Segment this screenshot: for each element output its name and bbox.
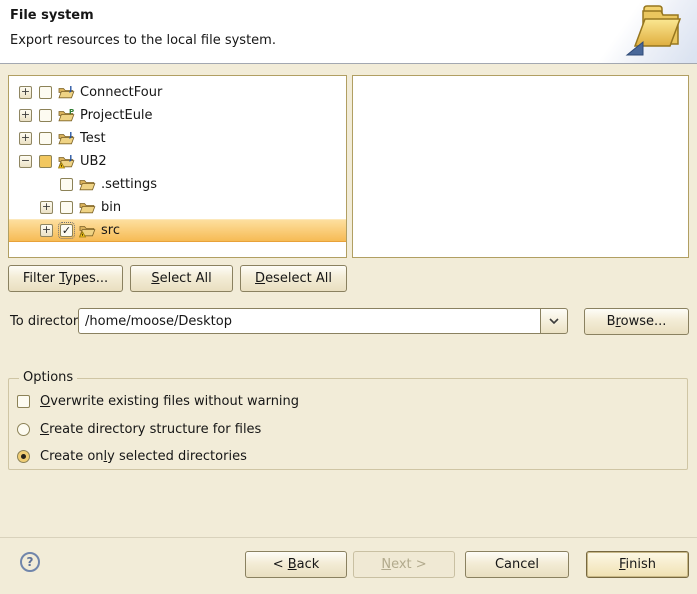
help-button[interactable]: ? xyxy=(20,552,40,572)
label-part: reate directory structure for files xyxy=(49,422,261,437)
chevron-down-icon xyxy=(549,318,559,324)
label-part: elect All xyxy=(160,271,212,286)
option-label: Create directory structure for files xyxy=(40,422,261,437)
tree-checkbox[interactable] xyxy=(60,201,73,214)
expand-plus-icon[interactable]: + xyxy=(19,86,32,99)
tree-checkbox[interactable] xyxy=(39,109,52,122)
select-all-button[interactable]: Select All xyxy=(130,265,233,292)
options-group-title: Options xyxy=(19,370,77,385)
folder-warning-icon xyxy=(79,223,96,238)
label-part: ack xyxy=(297,557,320,572)
label-part: Cancel xyxy=(495,557,539,572)
combo-dropdown-button[interactable] xyxy=(540,308,568,334)
tree-row-connectfour[interactable]: + J ConnectFour xyxy=(9,81,346,104)
tree-checkbox[interactable] xyxy=(60,178,73,191)
option-label: Overwrite existing files without warning xyxy=(40,394,299,409)
svg-text:J: J xyxy=(69,131,73,139)
expander-spacer xyxy=(40,178,53,191)
label-part: verwrite existing files without warning xyxy=(50,394,299,409)
directory-combo xyxy=(78,308,568,334)
selected-directories-option-row[interactable]: Create only selected directories xyxy=(17,447,247,465)
overwrite-option-row[interactable]: Overwrite existing files without warning xyxy=(17,392,299,410)
svg-text:J: J xyxy=(69,85,73,93)
label-part: ypes... xyxy=(65,271,108,286)
label-part: y selected directories xyxy=(107,449,247,464)
svg-text:J: J xyxy=(69,154,73,162)
label-part: < xyxy=(273,557,288,572)
expand-plus-icon[interactable]: + xyxy=(40,201,53,214)
directory-structure-radio[interactable] xyxy=(17,423,30,436)
export-wizard-dialog: File system Export resources to the loca… xyxy=(0,0,697,593)
mnemonic: B xyxy=(288,557,297,572)
wizard-banner: File system Export resources to the loca… xyxy=(0,0,697,64)
label-part: eselect All xyxy=(265,271,332,286)
tree-row-src-selected[interactable]: + ✓ src xyxy=(9,219,346,242)
folder-icon xyxy=(79,177,96,192)
tree-checkbox-checked[interactable]: ✓ xyxy=(60,224,73,237)
tree-item-label: ProjectEule xyxy=(80,108,153,123)
folder-icon xyxy=(79,200,96,215)
label-part: B xyxy=(607,314,616,329)
label-part: Create on xyxy=(40,449,104,464)
selected-directories-radio[interactable] xyxy=(17,450,30,463)
java-project-folder-icon: J xyxy=(58,131,75,146)
overwrite-checkbox[interactable] xyxy=(17,395,30,408)
label-part: inish xyxy=(626,557,656,572)
mnemonic: O xyxy=(40,394,50,409)
tree-item-label: bin xyxy=(101,200,121,215)
mnemonic: S xyxy=(151,271,159,286)
label-part: ext > xyxy=(391,557,427,572)
tree-item-label: UB2 xyxy=(80,154,107,169)
tree-row-ub2[interactable]: − J UB2 xyxy=(9,150,346,173)
resource-tree[interactable]: + J ConnectFour + P ProjectEu xyxy=(8,75,347,258)
filter-types-button[interactable]: Filter Types... xyxy=(8,265,123,292)
mnemonic: C xyxy=(40,422,49,437)
mnemonic: D xyxy=(255,271,265,286)
mnemonic: N xyxy=(381,557,391,572)
directory-structure-option-row[interactable]: Create directory structure for files xyxy=(17,420,261,438)
tree-checkbox-partial[interactable] xyxy=(39,155,52,168)
export-folder-icon xyxy=(587,0,697,63)
directory-input[interactable] xyxy=(78,308,540,334)
tree-item-label: .settings xyxy=(101,177,157,192)
tree-row-settings[interactable]: .settings xyxy=(9,173,346,196)
page-description: Export resources to the local file syste… xyxy=(10,33,276,48)
project-folder-icon: P xyxy=(58,108,75,123)
option-label: Create only selected directories xyxy=(40,449,247,464)
question-mark-icon: ? xyxy=(27,555,34,569)
tree-item-label: src xyxy=(101,223,120,238)
next-button: Next > xyxy=(353,551,455,578)
finish-button[interactable]: Finish xyxy=(586,551,689,578)
deselect-all-button[interactable]: Deselect All xyxy=(240,265,347,292)
label-part: owse... xyxy=(621,314,667,329)
cancel-button[interactable]: Cancel xyxy=(465,551,569,578)
browse-button[interactable]: Browse... xyxy=(584,308,689,335)
button-bar: ? < Back Next > Cancel Finish xyxy=(0,537,697,594)
page-title: File system xyxy=(10,8,94,23)
tree-row-bin[interactable]: + bin xyxy=(9,196,346,219)
tree-item-label: Test xyxy=(80,131,106,146)
back-button[interactable]: < Back xyxy=(245,551,347,578)
tree-checkbox[interactable] xyxy=(39,86,52,99)
tree-checkbox[interactable] xyxy=(39,132,52,145)
svg-text:P: P xyxy=(69,108,74,116)
file-list-panel[interactable] xyxy=(352,75,689,258)
tree-row-test[interactable]: + J Test xyxy=(9,127,346,150)
tree-row-projecteule[interactable]: + P ProjectEule xyxy=(9,104,346,127)
collapse-minus-icon[interactable]: − xyxy=(19,155,32,168)
java-project-folder-icon: J xyxy=(58,85,75,100)
expand-plus-icon[interactable]: + xyxy=(40,224,53,237)
options-group: Options Overwrite existing files without… xyxy=(8,378,688,470)
java-project-warning-folder-icon: J xyxy=(58,154,75,169)
label-part: Filter xyxy=(23,271,59,286)
tree-item-label: ConnectFour xyxy=(80,85,162,100)
expand-plus-icon[interactable]: + xyxy=(19,109,32,122)
expand-plus-icon[interactable]: + xyxy=(19,132,32,145)
